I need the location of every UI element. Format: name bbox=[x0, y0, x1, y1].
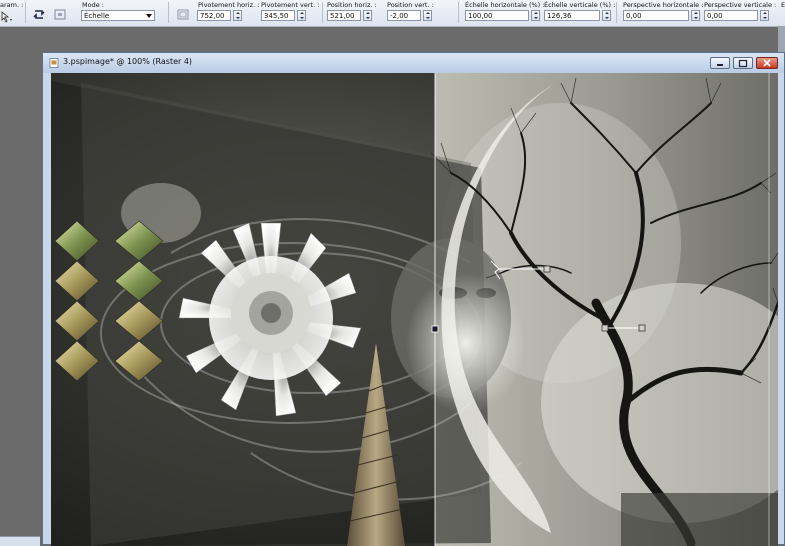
image-canvas[interactable] bbox=[51, 73, 778, 546]
minimize-icon bbox=[717, 64, 723, 66]
persp-h-label: Perspective horizontale : bbox=[623, 1, 704, 9]
window-title: 3.pspimage* @ 100% (Raster 4) bbox=[63, 57, 193, 66]
pos-h-label: Position horiz. : bbox=[327, 1, 377, 9]
toolbar-separator bbox=[322, 2, 323, 23]
tool-options-toolbar: aram. : Mode : Échelle Pivotement horiz.… bbox=[0, 0, 785, 27]
document-icon bbox=[49, 58, 59, 68]
close-button[interactable] bbox=[756, 57, 778, 69]
chevron-down-icon bbox=[146, 14, 152, 18]
scale-v-stepper[interactable] bbox=[602, 10, 611, 21]
close-icon bbox=[763, 59, 771, 67]
reset-icon[interactable] bbox=[32, 8, 46, 21]
pivot-h-stepper[interactable] bbox=[233, 10, 242, 21]
pivot-v-field[interactable]: 345,50 bbox=[261, 10, 295, 21]
maximize-button[interactable] bbox=[733, 57, 753, 69]
trailing-label: E bbox=[781, 1, 785, 9]
pivot-h-field[interactable]: 752,00 bbox=[197, 10, 231, 21]
pos-v-stepper[interactable] bbox=[423, 10, 432, 21]
pos-v-field[interactable]: -2,00 bbox=[387, 10, 421, 21]
mode-value: Échelle bbox=[84, 12, 110, 20]
scale-h-field[interactable]: 100,00 bbox=[465, 10, 529, 21]
scale-v-field[interactable]: 126,36 bbox=[544, 10, 600, 21]
toolbar-separator bbox=[616, 2, 617, 23]
persp-v-field[interactable]: 0,00 bbox=[704, 10, 758, 21]
mode-select[interactable]: Échelle bbox=[81, 10, 155, 21]
image-window-titlebar[interactable]: 3.pspimage* @ 100% (Raster 4) bbox=[43, 53, 784, 73]
pos-h-stepper[interactable] bbox=[363, 10, 372, 21]
pivot-h-label: Pivotement horiz. : bbox=[198, 1, 260, 9]
persp-v-stepper[interactable] bbox=[760, 10, 769, 21]
mode-label: Mode : bbox=[82, 1, 104, 9]
persp-v-label: Perspective verticale : bbox=[704, 1, 777, 9]
persp-h-field[interactable]: 0,00 bbox=[623, 10, 689, 21]
apply-icon[interactable] bbox=[53, 8, 67, 21]
image-window: 3.pspimage* @ 100% (Raster 4) bbox=[42, 52, 785, 546]
toolbar-separator bbox=[25, 2, 26, 23]
scale-h-label: Échelle horizontale (%) : bbox=[465, 1, 545, 9]
persp-h-stepper[interactable] bbox=[691, 10, 700, 21]
pos-v-label: Position vert. : bbox=[387, 1, 434, 9]
scale-h-stepper[interactable] bbox=[531, 10, 540, 21]
pivot-v-label: Pivotement vert. : bbox=[261, 1, 320, 9]
toolbar-separator bbox=[458, 2, 459, 23]
param-label: aram. : bbox=[0, 1, 24, 9]
deform-icon bbox=[177, 9, 189, 20]
deform-icon[interactable] bbox=[0, 11, 14, 24]
toolbar-separator bbox=[168, 2, 169, 23]
maximize-icon bbox=[738, 59, 748, 68]
pos-h-field[interactable]: 521,00 bbox=[327, 10, 361, 21]
pivot-v-stepper[interactable] bbox=[297, 10, 306, 21]
minimize-button[interactable] bbox=[710, 57, 730, 69]
artwork bbox=[51, 73, 778, 546]
scale-v-label: Échelle verticale (%) : bbox=[544, 1, 616, 9]
